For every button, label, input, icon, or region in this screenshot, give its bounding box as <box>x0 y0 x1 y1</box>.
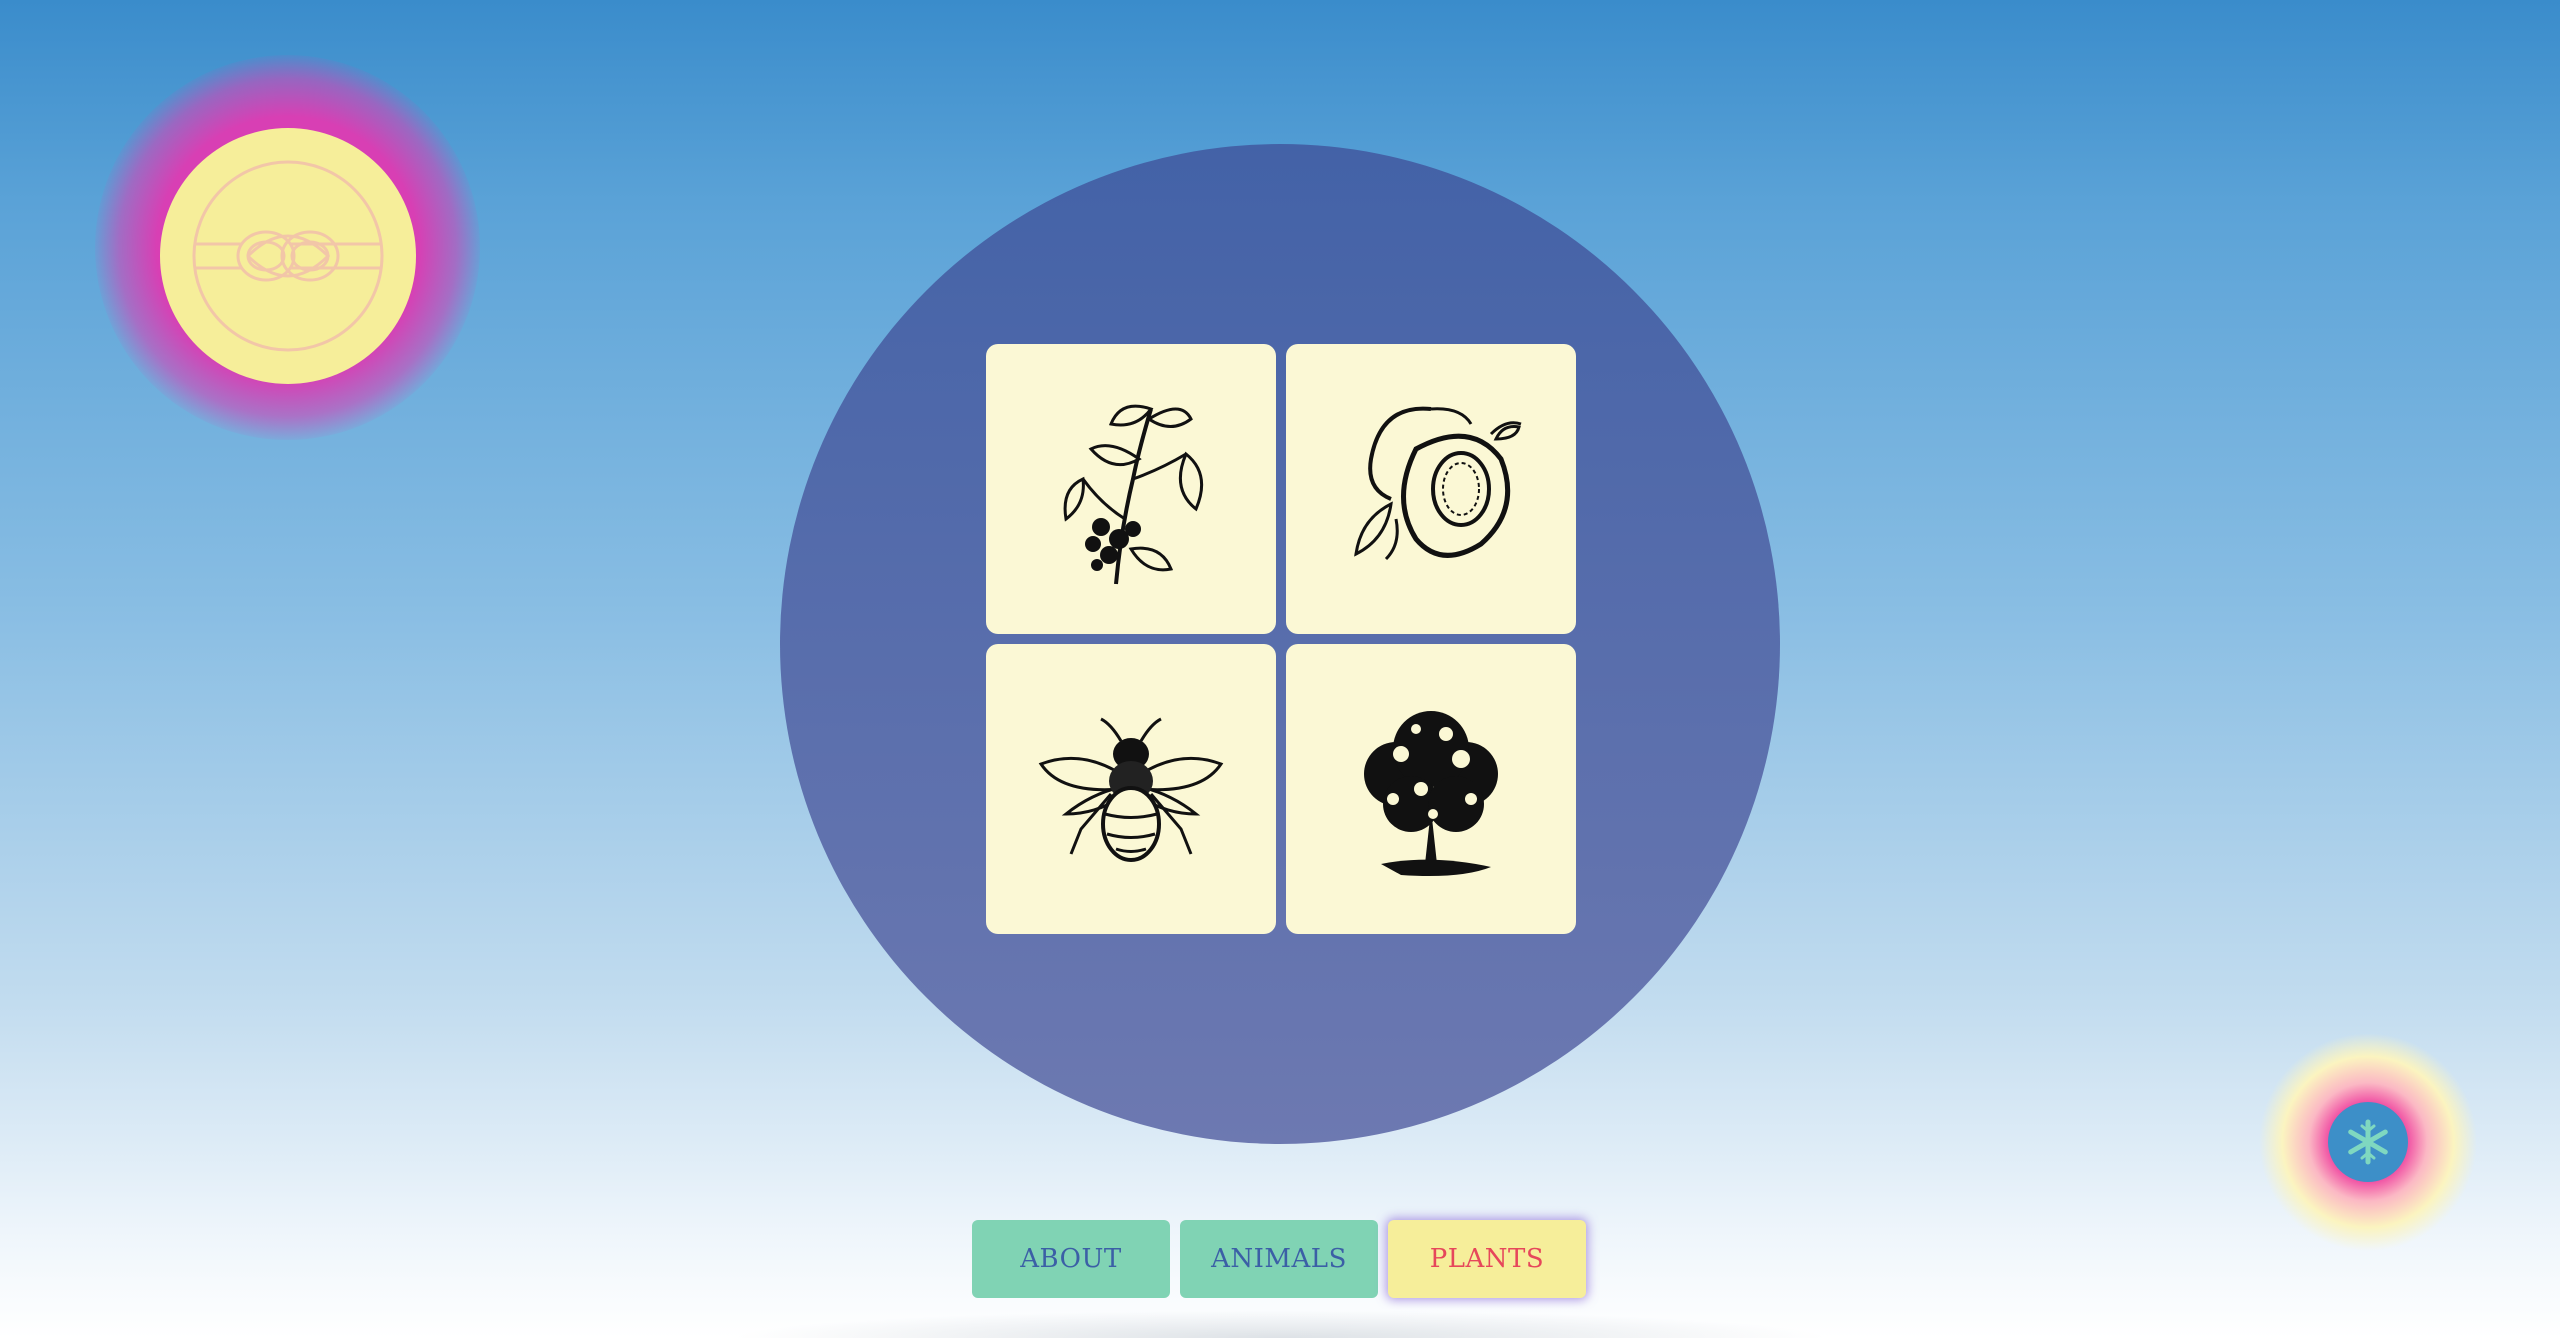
card-blueberry-branch[interactable] <box>986 344 1276 634</box>
footer-shadow <box>730 1310 1830 1338</box>
logo[interactable] <box>160 128 416 384</box>
corner-button[interactable] <box>2328 1102 2408 1182</box>
snowflake-icon <box>2348 1119 2388 1165</box>
sailor-knot-icon <box>192 160 384 352</box>
main-nav: ABOUT ANIMALS PLANTS <box>972 1220 1586 1298</box>
card-peach[interactable] <box>1286 344 1576 634</box>
tree-icon <box>1364 711 1498 876</box>
card-bee[interactable] <box>986 644 1276 934</box>
peach-icon <box>1354 406 1522 561</box>
card-grid <box>986 344 1576 934</box>
card-tree[interactable] <box>1286 644 1576 934</box>
nav-about-button[interactable]: ABOUT <box>972 1220 1170 1298</box>
bee-icon <box>1038 717 1224 862</box>
nav-plants-button[interactable]: PLANTS <box>1388 1220 1586 1298</box>
blueberry-branch-icon <box>1063 404 1204 585</box>
nav-animals-button[interactable]: ANIMALS <box>1180 1220 1378 1298</box>
